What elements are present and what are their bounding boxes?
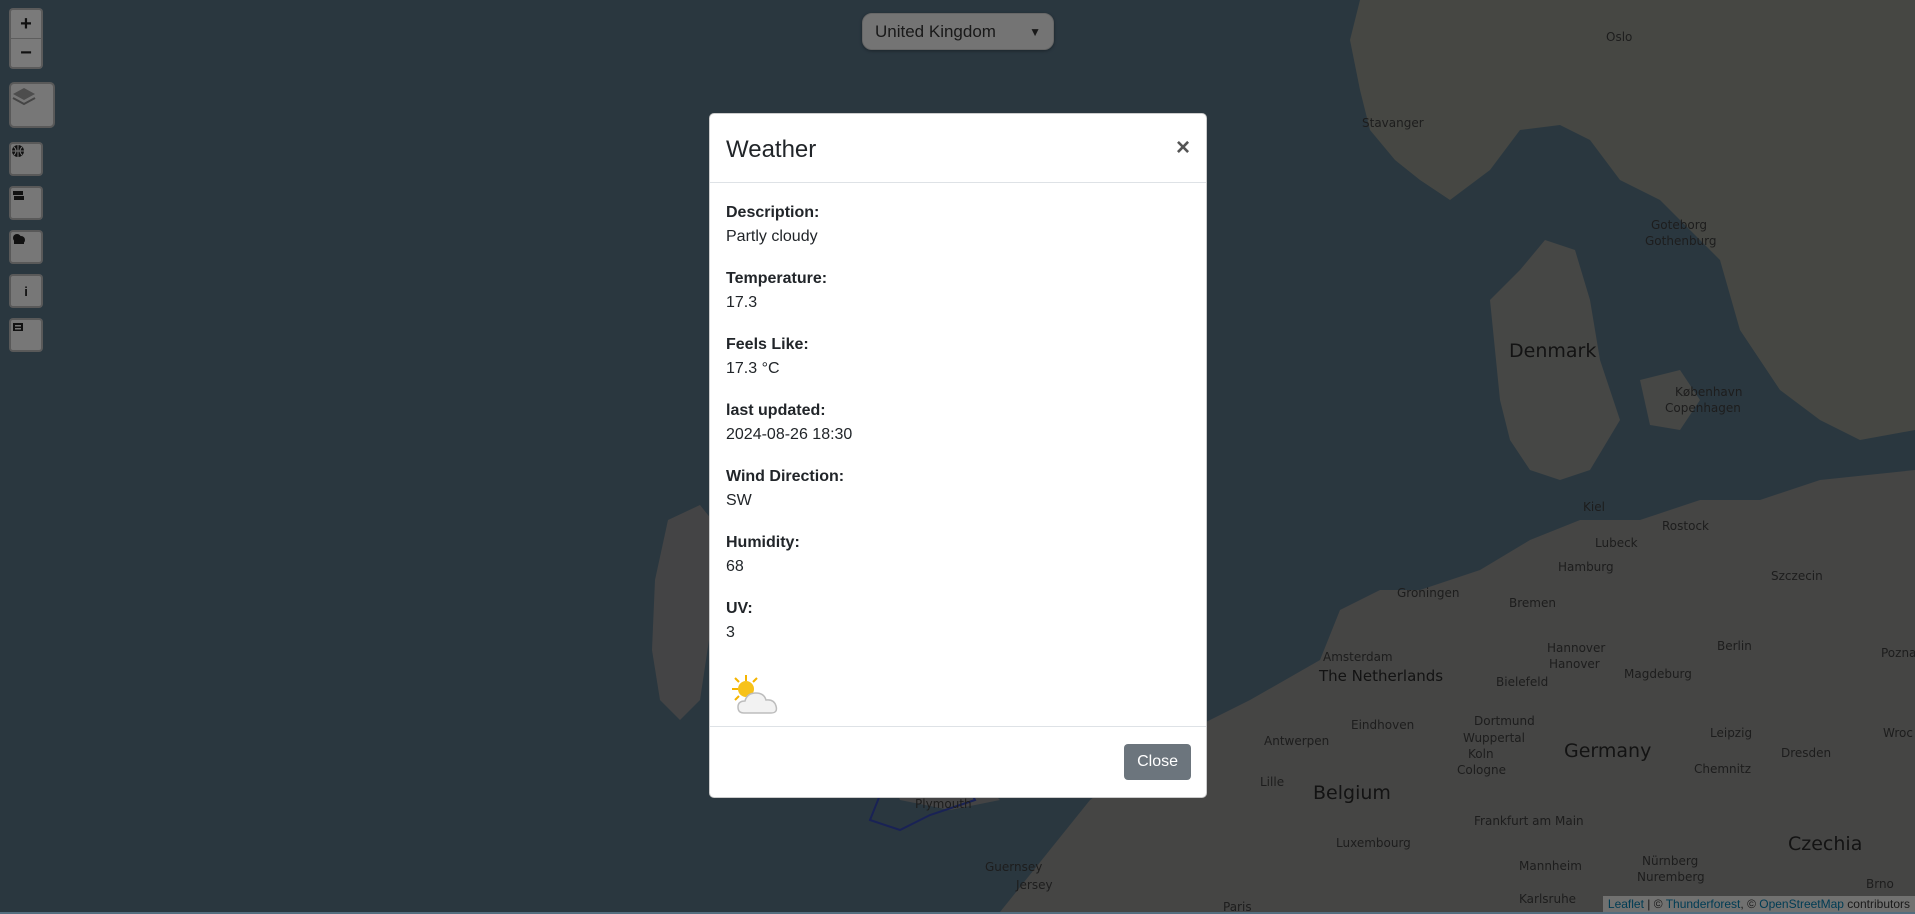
field-label: Temperature: <box>726 270 828 287</box>
field-value: 17.3 °C <box>726 360 780 377</box>
field-last-updated: last updated: 2024-08-26 18:30 <box>726 399 1190 447</box>
field-label: UV: <box>726 600 753 617</box>
partly-cloudy-icon <box>732 675 778 714</box>
field-label: Humidity: <box>726 534 800 551</box>
weather-modal: Weather × Description: Partly cloudy Tem… <box>709 113 1207 798</box>
field-value: SW <box>726 492 752 509</box>
field-value: 17.3 <box>726 294 758 311</box>
field-value: 68 <box>726 558 744 575</box>
field-description: Description: Partly cloudy <box>726 201 1190 249</box>
field-uv: UV: 3 <box>726 597 1190 645</box>
field-label: Feels Like: <box>726 336 809 353</box>
field-value: 2024-08-26 18:30 <box>726 426 853 443</box>
field-temperature: Temperature: 17.3 <box>726 267 1190 315</box>
close-button[interactable]: Close <box>1124 744 1191 780</box>
field-humidity: Humidity: 68 <box>726 531 1190 579</box>
modal-header: Weather × <box>710 114 1206 183</box>
field-label: Description: <box>726 204 820 221</box>
field-wind-direction: Wind Direction: SW <box>726 465 1190 513</box>
close-icon[interactable]: × <box>1176 136 1190 160</box>
field-value: Partly cloudy <box>726 228 818 245</box>
field-label: Wind Direction: <box>726 468 845 485</box>
modal-title: Weather <box>726 136 817 163</box>
field-label: last updated: <box>726 402 826 419</box>
field-feels-like: Feels Like: 17.3 °C <box>726 333 1190 381</box>
field-value: 3 <box>726 624 735 641</box>
modal-footer: Close <box>710 726 1206 797</box>
modal-body: Description: Partly cloudy Temperature: … <box>710 183 1206 728</box>
